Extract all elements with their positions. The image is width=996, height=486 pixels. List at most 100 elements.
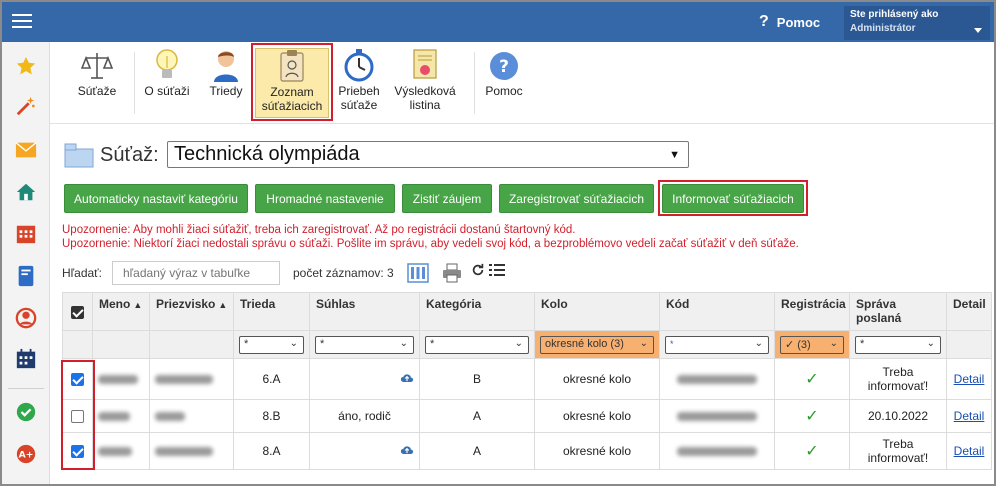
competition-select[interactable]: Technická olympiáda ▼ [167, 141, 689, 168]
toolbar-about-button[interactable]: O súťaži [140, 48, 194, 118]
filter-cell [92, 330, 150, 359]
search-input[interactable] [112, 261, 280, 285]
filter-trieda[interactable]: * ⌄ [239, 335, 304, 354]
toolbar-label: Súťaže [77, 84, 117, 98]
clipboard-icon [256, 49, 328, 83]
check-circle-icon[interactable] [14, 400, 38, 424]
filter-value: * [670, 338, 674, 349]
record-count: počet záznamov: 3 [293, 266, 394, 280]
left-sidebar: A+ [2, 42, 50, 484]
sort-asc-icon: ▲ [133, 300, 143, 310]
stopwatch-icon [332, 48, 386, 82]
hamburger-menu-icon[interactable] [12, 13, 32, 29]
detail-link[interactable]: Detail [954, 372, 985, 386]
row-checkbox[interactable] [71, 373, 84, 387]
refresh-icon[interactable] [471, 263, 485, 280]
competition-select-value: Technická olympiáda [174, 143, 360, 165]
participants-table: Meno ▲ Priezvisko ▲ Trieda Súhlas Kategóri… [62, 292, 992, 470]
column-header-registracia[interactable]: Registrácia [774, 292, 850, 331]
inform-participants-button[interactable]: Informovať súťažiacich [662, 184, 804, 213]
filter-value: * [244, 337, 249, 350]
home-icon[interactable] [14, 180, 38, 204]
cloud-upload-icon[interactable] [400, 372, 414, 386]
redacted-name [98, 447, 132, 457]
warning-registration: Upozornenie: Aby mohli žiaci súťažiť, tr… [62, 224, 576, 236]
toolbar-classes-button[interactable]: Triedy [200, 48, 252, 118]
filter-value: * [860, 337, 865, 350]
chevron-down-icon [974, 28, 982, 33]
column-header-priezvisko[interactable]: Priezvisko ▲ [149, 292, 234, 331]
user-role: Administrátor [850, 23, 916, 34]
toolbar-divider [134, 52, 135, 114]
competition-label: Súťaž: [100, 144, 159, 166]
award-icon[interactable]: A+ [14, 442, 38, 466]
top-bar: ? Pomoc Ste prihlásený ako Administrátor [2, 2, 994, 42]
help-link[interactable]: ? Pomoc [759, 13, 820, 31]
row-checkbox[interactable] [71, 445, 84, 459]
table-row: 8.B áno, rodič A okresné kolo ✓ 20.10.20… [62, 399, 992, 433]
check-icon: ✓ [805, 408, 819, 425]
toolbar-label-line: Priebeh [338, 84, 380, 98]
filter-cell: * ⌄ [849, 330, 947, 359]
column-header-kategoria[interactable]: Kategória [419, 292, 535, 331]
columns-icon[interactable] [407, 263, 429, 286]
chevron-down-icon: ⌄ [639, 337, 648, 349]
toolbar-results-button[interactable]: Výsledková listina [390, 48, 460, 118]
chevron-down-icon: ⌄ [829, 337, 838, 349]
column-header-meno[interactable]: Meno ▲ [92, 292, 150, 331]
filter-registracia[interactable]: ✓ (3) ⌄ [780, 335, 844, 354]
row-select-cell [62, 432, 93, 470]
cloud-upload-icon[interactable] [400, 444, 414, 458]
student-icon [200, 48, 252, 82]
svg-text:?: ? [499, 57, 509, 77]
bulk-settings-button[interactable]: Hromadné nastavenie [255, 184, 395, 213]
last-name-cell [149, 399, 234, 433]
class-cell: 8.A [233, 432, 310, 470]
check-icon: ✓ [805, 371, 819, 388]
column-header-suhlas[interactable]: Súhlas [309, 292, 420, 331]
filter-kod[interactable]: * ⌄ [665, 335, 769, 354]
find-interest-button[interactable]: Zistiť záujem [402, 184, 492, 213]
filter-cell: okresné kolo (3) ⌄ [534, 330, 660, 359]
message-status-cell: Treba informovať! [849, 358, 947, 400]
filter-cell: ✓ (3) ⌄ [774, 330, 850, 359]
toolbar-competitions-button[interactable]: Súťaže [70, 48, 124, 118]
toolbar-progress-button[interactable]: Priebeh súťaže [332, 48, 386, 118]
detail-link[interactable]: Detail [954, 409, 985, 423]
toolbar-help-button[interactable]: ? Pomoc [480, 48, 528, 118]
column-header-sprava[interactable]: Správa poslaná [849, 292, 947, 331]
lightbulb-icon [140, 48, 194, 82]
wand-icon[interactable] [14, 94, 38, 118]
chevron-down-icon: ⌄ [289, 337, 298, 349]
chevron-down-icon: ⌄ [754, 337, 763, 349]
filter-kategoria[interactable]: * ⌄ [425, 335, 529, 354]
detail-link[interactable]: Detail [954, 444, 985, 458]
class-cell: 8.B [233, 399, 310, 433]
auto-category-button[interactable]: Automaticky nastaviť kategóriu [64, 184, 248, 213]
column-header-kolo[interactable]: Kolo [534, 292, 660, 331]
envelope-icon[interactable] [14, 138, 38, 162]
star-icon[interactable] [14, 54, 38, 78]
printer-icon[interactable] [442, 263, 462, 286]
filter-cell: * ⌄ [659, 330, 775, 359]
user-circle-icon[interactable] [14, 306, 38, 330]
user-menu[interactable]: Ste prihlásený ako Administrátor [844, 6, 990, 40]
filter-sprava[interactable]: * ⌄ [855, 335, 941, 354]
filter-kolo[interactable]: okresné kolo (3) ⌄ [540, 335, 654, 354]
schedule-icon[interactable] [14, 347, 38, 371]
column-header-kod[interactable]: Kód [659, 292, 775, 331]
row-checkbox[interactable] [71, 410, 84, 424]
filter-suhlas[interactable]: * ⌄ [315, 335, 414, 354]
calendar-icon[interactable] [14, 222, 38, 246]
list-icon[interactable] [489, 263, 505, 280]
toolbar-participants-button[interactable]: Zoznam súťažiacich [255, 48, 329, 118]
toolbar-label: Zoznam súťažiacich [256, 85, 328, 113]
select-all-checkbox[interactable] [71, 305, 84, 319]
app-window: ? Pomoc Ste prihlásený ako Administrátor [0, 0, 996, 486]
help-icon: ? [480, 48, 528, 82]
column-header-label: Súhlas [316, 297, 356, 311]
register-participants-button[interactable]: Zaregistrovať súťažiacich [499, 184, 654, 213]
column-header-trieda[interactable]: Trieda [233, 292, 310, 331]
book-icon[interactable] [14, 264, 38, 288]
code-cell [659, 358, 775, 400]
